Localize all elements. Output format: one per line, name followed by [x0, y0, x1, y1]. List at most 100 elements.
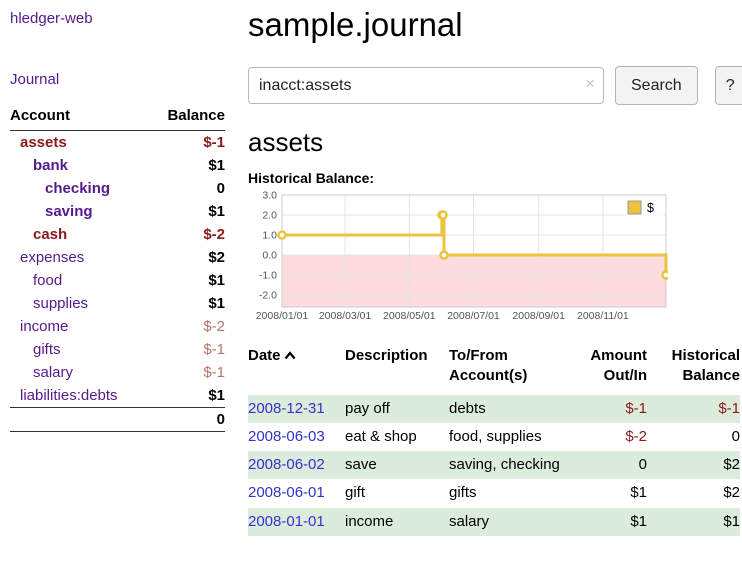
transaction-amount: $-1 [567, 395, 647, 423]
register-header-row: Date Description To/From Account(s) Amou… [248, 344, 740, 395]
account-balance: $1 [150, 269, 225, 292]
account-link[interactable]: checking [45, 180, 110, 197]
account-row: gifts $-1 [10, 338, 225, 361]
app-title-link[interactable]: hledger-web [10, 10, 225, 27]
account-row: cash $-2 [10, 223, 225, 246]
accounts-header-account: Account [10, 104, 150, 131]
account-row: assets $-1 [10, 131, 225, 155]
chart-title-label: Historical Balance: [248, 170, 742, 186]
account-balance: $-1 [150, 338, 225, 361]
account-link[interactable]: expenses [20, 249, 84, 266]
account-link[interactable]: food [33, 272, 62, 289]
search-button[interactable]: Search [615, 66, 698, 105]
svg-text:2008/09/01: 2008/09/01 [512, 310, 565, 322]
transaction-description: gift [345, 479, 449, 507]
sidebar: hledger-web Journal Account Balance asse… [0, 0, 233, 582]
accounts-header-balance: Balance [150, 104, 225, 131]
date-header-label: Date [248, 347, 281, 364]
account-balance: $-2 [150, 223, 225, 246]
accounts-total-value: 0 [150, 408, 225, 432]
account-heading: assets [248, 127, 742, 158]
svg-text:-2.0: -2.0 [259, 290, 277, 302]
register-row: 2008-06-03eat & shopfood, supplies$-20 [248, 423, 740, 451]
accounts-header-row: Account Balance [10, 104, 225, 131]
chart-container: 3.02.01.00.0-1.0-2.02008/01/012008/03/01… [248, 190, 742, 322]
register-header-account: To/From Account(s) [449, 344, 567, 395]
transaction-date-link[interactable]: 2008-01-01 [248, 513, 325, 530]
accounts-total-row: 0 [10, 408, 225, 432]
account-link[interactable]: bank [33, 157, 68, 174]
account-balance: $-1 [150, 131, 225, 155]
svg-text:2008/01/01: 2008/01/01 [256, 310, 309, 322]
svg-text:0.0: 0.0 [262, 250, 277, 262]
account-row: salary $-1 [10, 361, 225, 384]
transaction-amount: 0 [567, 451, 647, 479]
historical-balance-chart: 3.02.01.00.0-1.0-2.02008/01/012008/03/01… [248, 190, 668, 322]
svg-text:2008/11/01: 2008/11/01 [577, 310, 629, 322]
transaction-balance: $-1 [647, 395, 740, 423]
transaction-accounts: gifts [449, 479, 567, 507]
main-content: sample.journal × Search ? assets Histori… [233, 0, 742, 582]
transaction-date-link[interactable]: 2008-06-01 [248, 484, 325, 501]
account-link[interactable]: supplies [33, 295, 88, 312]
search-bar: × Search ? [248, 66, 742, 105]
account-row: supplies $1 [10, 292, 225, 315]
transaction-date-link[interactable]: 2008-06-03 [248, 428, 325, 445]
help-button[interactable]: ? [715, 66, 742, 105]
transaction-date-link[interactable]: 2008-06-02 [248, 456, 325, 473]
svg-text:$: $ [647, 201, 654, 215]
transaction-amount: $-2 [567, 423, 647, 451]
account-row: food $1 [10, 269, 225, 292]
transaction-balance: $1 [647, 508, 740, 536]
transaction-accounts: salary [449, 508, 567, 536]
account-row: income $-2 [10, 315, 225, 338]
transaction-accounts: saving, checking [449, 451, 567, 479]
register-row: 2008-12-31pay offdebts$-1$-1 [248, 395, 740, 423]
register-row: 2008-06-01 giftgifts$1$2 [248, 479, 740, 507]
account-link[interactable]: income [20, 318, 68, 335]
register-row: 2008-06-02savesaving, checking0$2 [248, 451, 740, 479]
account-link[interactable]: liabilities:debts [20, 387, 118, 404]
sort-ascending-icon [284, 346, 296, 366]
transaction-accounts: debts [449, 395, 567, 423]
transaction-amount: $1 [567, 508, 647, 536]
account-balance: $1 [150, 200, 225, 223]
account-row: bank$1 [10, 154, 225, 177]
search-box: × [248, 67, 604, 104]
transaction-accounts: food, supplies [449, 423, 567, 451]
account-link[interactable]: cash [33, 226, 67, 243]
transaction-balance: $2 [647, 451, 740, 479]
account-link[interactable]: saving [45, 203, 93, 220]
accounts-total-spacer [10, 408, 150, 432]
account-balance: $-2 [150, 315, 225, 338]
account-link[interactable]: salary [33, 364, 73, 381]
transaction-amount: $1 [567, 479, 647, 507]
svg-text:2008/03/01: 2008/03/01 [319, 310, 372, 322]
register-header-date[interactable]: Date [248, 344, 345, 395]
account-balance: $1 [150, 384, 225, 408]
register-header-description: Description [345, 344, 449, 395]
accounts-table: Account Balance assets$-1bank$1checking0… [10, 104, 225, 432]
search-input[interactable] [248, 67, 604, 104]
nav-journal-link[interactable]: Journal [10, 71, 225, 88]
transaction-balance: $2 [647, 479, 740, 507]
transaction-description: pay off [345, 395, 449, 423]
account-link[interactable]: assets [20, 134, 67, 151]
svg-text:2008/07/01: 2008/07/01 [447, 310, 500, 322]
account-row: liabilities:debts $1 [10, 384, 225, 408]
account-balance: $2 [150, 246, 225, 269]
svg-text:2008/05/01: 2008/05/01 [383, 310, 436, 322]
register-header-balance: Historical Balance [647, 344, 740, 395]
register-table: Date Description To/From Account(s) Amou… [248, 344, 740, 536]
account-balance: $1 [150, 292, 225, 315]
transaction-date-link[interactable]: 2008-12-31 [248, 400, 325, 417]
account-balance: $-1 [150, 361, 225, 384]
page-title: sample.journal [248, 6, 742, 44]
svg-text:-1.0: -1.0 [259, 270, 277, 282]
account-link[interactable]: gifts [33, 341, 61, 358]
account-balance: 0 [150, 177, 225, 200]
svg-text:3.0: 3.0 [262, 190, 277, 202]
account-row: expenses $2 [10, 246, 225, 269]
clear-search-icon[interactable]: × [585, 75, 595, 92]
transaction-balance: 0 [647, 423, 740, 451]
